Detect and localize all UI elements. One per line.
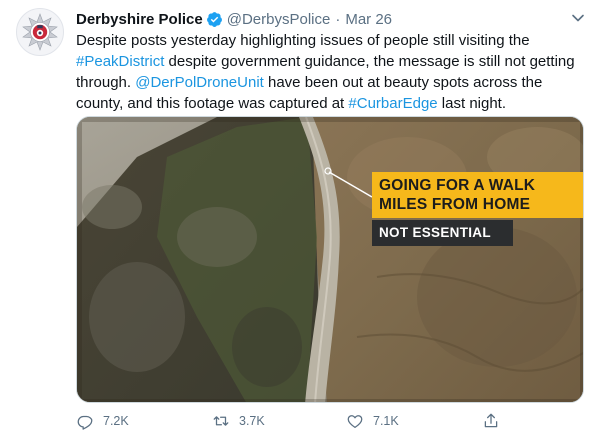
- verified-badge-icon: [206, 11, 222, 27]
- reply-icon: [77, 415, 93, 430]
- retweet-count: 3.7K: [239, 414, 265, 428]
- hashtag-peakdistrict[interactable]: #PeakDistrict: [76, 53, 164, 70]
- reply-button[interactable]: 7.2K: [76, 412, 129, 430]
- retweet-icon: [213, 416, 229, 426]
- reply-count: 7.2K: [103, 414, 129, 428]
- share-icon: [484, 413, 498, 428]
- video-caption-tag: NOT ESSENTIAL: [372, 220, 513, 246]
- like-count: 7.1K: [373, 414, 399, 428]
- retweet-button[interactable]: 3.7K: [212, 412, 265, 430]
- tweet-text-part: Despite posts yesterday highlighting iss…: [76, 32, 530, 49]
- header-separator: ·: [335, 10, 341, 28]
- share-button[interactable]: [482, 412, 509, 430]
- tweet-card[interactable]: Derbyshire Police @DerbysPolice · Mar 26…: [0, 0, 600, 442]
- display-name[interactable]: Derbyshire Police: [76, 11, 203, 28]
- tweet-text: Despite posts yesterday highlighting iss…: [76, 30, 586, 114]
- police-crest-icon: [22, 13, 58, 51]
- drone-footage-frame: [77, 117, 583, 402]
- video-caption-line: MILES FROM HOME: [379, 196, 531, 213]
- like-button[interactable]: 7.1K: [346, 412, 399, 430]
- tweet-text-part: last night.: [437, 95, 507, 112]
- tweet-actions: 7.2K 3.7K 7.1K: [76, 412, 516, 434]
- video-caption-headline: GOING FOR A WALK MILES FROM HOME: [372, 172, 583, 218]
- tweet-date[interactable]: Mar 26: [345, 11, 392, 28]
- user-handle[interactable]: @DerbysPolice: [227, 11, 331, 28]
- mention-derpoldroneunit[interactable]: @DerPolDroneUnit: [135, 74, 264, 91]
- heart-icon: [347, 415, 363, 429]
- tweet-header: Derbyshire Police @DerbysPolice · Mar 26: [76, 9, 392, 29]
- tweet-video[interactable]: GOING FOR A WALK MILES FROM HOME NOT ESS…: [76, 116, 584, 403]
- hashtag-curbaredge[interactable]: #CurbarEdge: [348, 95, 437, 112]
- video-caption-line: GOING FOR A WALK: [379, 177, 536, 194]
- chevron-down-icon[interactable]: [570, 10, 586, 26]
- avatar[interactable]: [16, 8, 64, 56]
